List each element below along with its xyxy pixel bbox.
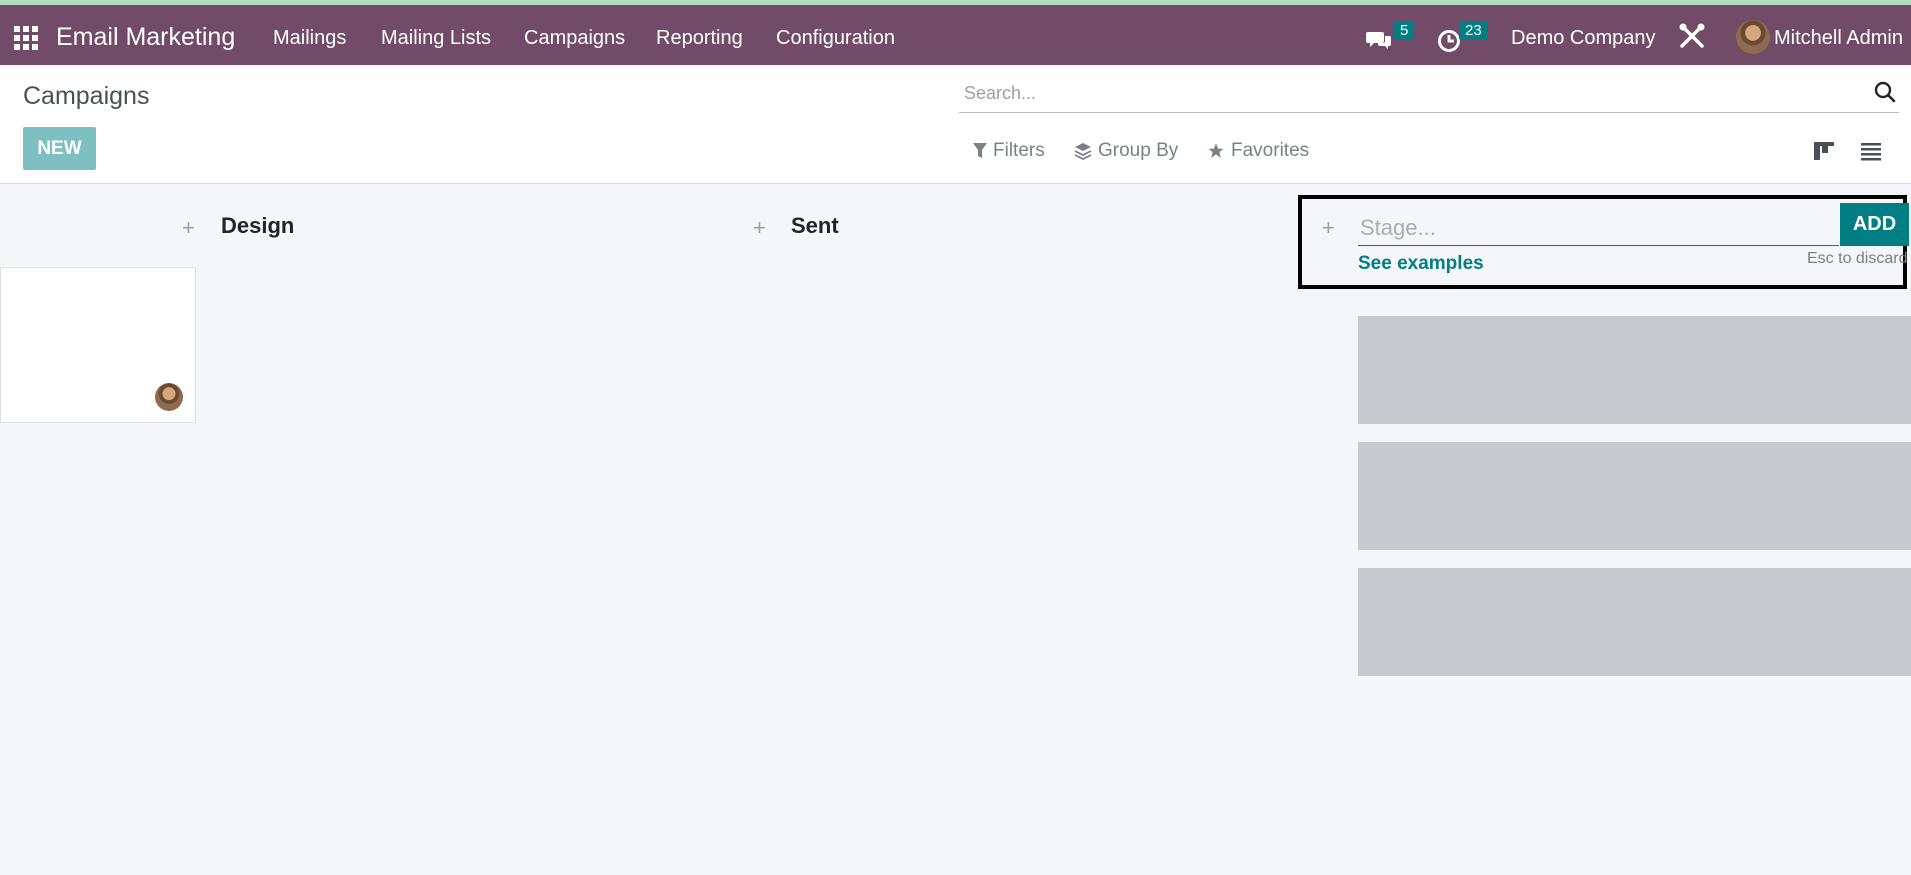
card-avatar	[155, 383, 183, 411]
page-title: Campaigns	[23, 82, 150, 110]
ghost-column-placeholder	[1358, 316, 1911, 424]
ghost-column-placeholder	[1358, 568, 1911, 676]
see-examples-link[interactable]: See examples	[1358, 253, 1484, 275]
activities-count-badge: 23	[1459, 21, 1488, 40]
chat-icon	[1366, 32, 1391, 49]
ghost-column-placeholder	[1358, 442, 1911, 550]
add-stage-button[interactable]: ADD	[1840, 203, 1909, 246]
new-stage-plus-icon: +	[1322, 215, 1335, 240]
new-button[interactable]: NEW	[23, 127, 96, 170]
clock-icon	[1438, 30, 1460, 52]
esc-discard-hint: Esc to discard	[1807, 250, 1907, 267]
debug-tools-icon[interactable]	[1678, 22, 1706, 50]
menu-mailing-lists[interactable]: Mailing Lists	[381, 27, 491, 50]
company-switcher[interactable]: Demo Company	[1511, 27, 1656, 50]
quick-create-sent-icon[interactable]: +	[753, 215, 766, 241]
navbar: Email Marketing Mailings Mailing Lists C…	[0, 5, 1911, 65]
menu-configuration[interactable]: Configuration	[776, 27, 895, 50]
filters-label: Filters	[993, 140, 1045, 161]
app-name[interactable]: Email Marketing	[56, 23, 235, 52]
kanban-view-icon[interactable]	[1811, 138, 1837, 164]
group-by-label: Group By	[1098, 140, 1179, 161]
filter-icon	[973, 143, 987, 158]
messages-count-badge: 5	[1394, 21, 1415, 40]
search-input[interactable]	[962, 80, 1846, 106]
activities-button[interactable]: 23	[1437, 19, 1489, 53]
favorites-button[interactable]: Favorites	[1207, 140, 1309, 162]
column-title-sent[interactable]: Sent	[791, 213, 839, 239]
favorites-label: Favorites	[1231, 140, 1310, 161]
user-menu[interactable]: Mitchell Admin	[1774, 27, 1903, 50]
app-grid-icon[interactable]	[14, 26, 38, 50]
search-icon[interactable]	[1873, 80, 1897, 104]
search-bar	[959, 74, 1899, 113]
campaign-card[interactable]	[0, 267, 196, 423]
stage-name-input[interactable]	[1358, 210, 1839, 246]
column-title-design[interactable]: Design	[221, 213, 294, 239]
star-icon	[1208, 143, 1224, 158]
menu-reporting[interactable]: Reporting	[656, 27, 743, 50]
filters-button[interactable]: Filters	[973, 140, 1045, 162]
layers-icon	[1074, 143, 1092, 160]
group-by-button[interactable]: Group By	[1074, 140, 1178, 162]
messages-button[interactable]: 5	[1366, 19, 1416, 53]
menu-campaigns[interactable]: Campaigns	[524, 27, 625, 50]
list-view-icon[interactable]	[1858, 138, 1884, 164]
menu-mailings[interactable]: Mailings	[273, 27, 346, 50]
quick-create-design-icon[interactable]: +	[182, 215, 195, 241]
user-avatar[interactable]	[1736, 20, 1770, 54]
